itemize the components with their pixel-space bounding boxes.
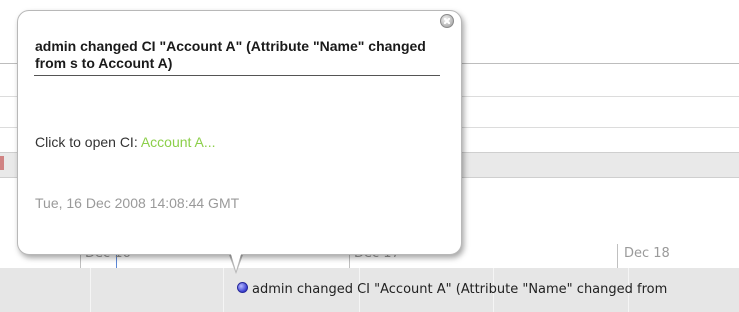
popup-tail-fill [230, 251, 242, 271]
timeline-event-label[interactable]: admin changed CI "Account A" (Attribute … [252, 282, 667, 297]
popup-title-underline [34, 75, 440, 76]
event-dot-icon[interactable] [237, 282, 248, 293]
close-icon[interactable] [440, 14, 454, 28]
open-ci-label: Click to open CI: [35, 134, 141, 150]
open-ci-link[interactable]: Account A... [141, 134, 216, 150]
popup-title: admin changed CI "Account A" (Attribute … [35, 38, 426, 71]
timeline-event[interactable]: admin changed CI "Account A" (Attribute … [237, 282, 667, 297]
date-label-dec18: Dec 18 [624, 246, 670, 261]
date-tick [617, 244, 618, 268]
timeline-separator [223, 268, 224, 312]
open-ci-row: Click to open CI: Account A... [35, 134, 216, 150]
timeline-separator [90, 268, 91, 312]
popup-timestamp: Tue, 16 Dec 2008 14:08:44 GMT [35, 195, 240, 211]
background-marker [0, 156, 4, 170]
